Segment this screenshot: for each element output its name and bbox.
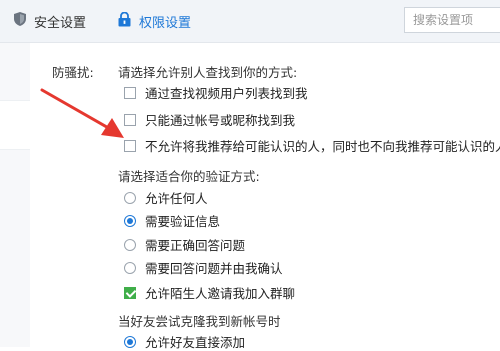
new-account-radio[interactable] [124,335,136,348]
verify-radio[interactable] [124,261,136,274]
verify-option-label: 需要验证信息 [145,214,221,229]
settings-topbar: 安全设置 权限设置 [0,0,500,43]
find-me-option-label: 不允许将我推荐给可能认识的人，同时也不向我推荐可能认识的人 [145,139,500,154]
verify-option-label: 允许任何人 [145,191,208,206]
new-account-heading: 当好友尝试克隆我到新帐号时 [118,314,281,329]
find-me-checkbox[interactable] [124,139,136,152]
verify-radio[interactable] [124,214,136,227]
tab-security-label: 安全设置 [34,15,87,31]
find-me-option-label: 通过查找视频用户列表找到我 [145,86,308,101]
group-invite-option[interactable]: 允许陌生人邀请我加入群聊 [124,283,295,302]
group-invite-label: 允许陌生人邀请我加入群聊 [145,286,296,301]
tab-permission-settings[interactable]: 权限设置 [118,0,191,42]
new-account-option[interactable]: 允许好友直接添加 [124,332,245,351]
left-nav-strip [0,43,30,347]
new-account-option-label: 允许好友直接添加 [145,335,246,350]
settings-search-input[interactable] [404,7,500,33]
verify-option[interactable]: 需要回答问题并由我确认 [124,258,283,277]
verify-option-label: 需要回答问题并由我确认 [145,261,283,276]
find-me-checkbox[interactable] [124,86,136,99]
tab-permission-label: 权限设置 [139,15,192,31]
verify-radio[interactable] [124,191,136,204]
find-me-option[interactable]: 不允许将我推荐给可能认识的人，同时也不向我推荐可能认识的人 [124,136,500,155]
left-nav-item[interactable] [0,100,30,150]
verify-option[interactable]: 允许任何人 [124,188,208,207]
verify-option-label: 需要正确回答问题 [145,238,246,253]
find-me-option[interactable]: 通过查找视频用户列表找到我 [124,83,308,102]
tab-security-settings[interactable]: 安全设置 [14,0,86,42]
find-me-heading: 请选择允许别人查找到你的方式: [118,65,298,80]
verify-option[interactable]: 需要正确回答问题 [124,235,245,254]
lock-icon [118,11,131,31]
find-me-option-label: 只能通过帐号或昵称找到我 [145,113,296,128]
verify-option[interactable]: 需要验证信息 [124,211,220,230]
verify-radio[interactable] [124,238,136,251]
find-me-checkbox[interactable] [124,113,136,126]
verify-heading: 请选择适合你的验证方式: [118,169,260,184]
group-invite-checkbox[interactable] [124,286,136,299]
anti-harassment-label: 防骚扰: [52,65,94,80]
shield-icon [14,12,26,30]
find-me-option[interactable]: 只能通过帐号或昵称找到我 [124,110,295,129]
